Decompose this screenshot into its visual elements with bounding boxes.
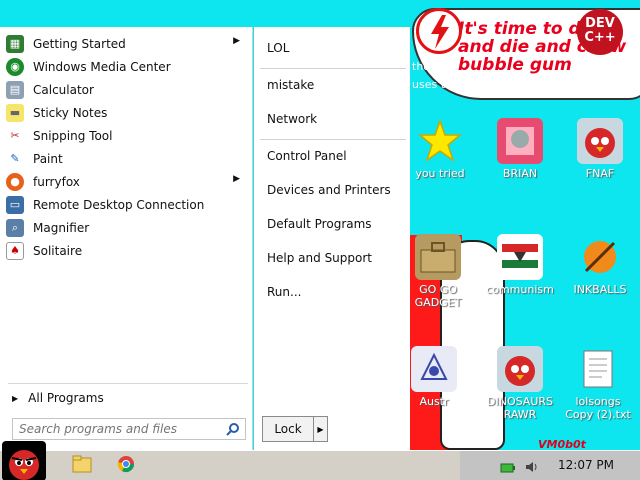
desktop-icon-go-go-gadget[interactable]: GO GO GADGET: [402, 234, 474, 309]
search-input[interactable]: [19, 422, 219, 436]
places-panel: LOL mistake Network Control Panel Device…: [254, 27, 410, 450]
angry-bird-icon: [577, 118, 623, 164]
program-item-furryfox[interactable]: ● furryfox ▶: [6, 170, 246, 193]
program-item-remote-desktop[interactable]: ▭ Remote Desktop Connection: [6, 193, 246, 216]
desktop-icon-you-tried[interactable]: you tried: [404, 118, 476, 180]
system-tray: 12:07 PM: [460, 451, 640, 480]
separator: [260, 139, 406, 140]
all-programs-button[interactable]: ▶ All Programs: [8, 387, 248, 409]
firefox-icon: ●: [6, 172, 24, 191]
chrome-icon: [117, 455, 135, 477]
angry-bird-icon: [497, 346, 543, 392]
desktop-icon-brian[interactable]: BRIAN: [484, 118, 556, 180]
desktop-icon-lolsongs[interactable]: lolsongs Copy (2).txt: [562, 346, 634, 421]
calculator-icon: ▤: [6, 80, 24, 99]
program-item-getting-started[interactable]: ▦ Getting Started ▶: [6, 32, 246, 55]
watermark-text: VM0b0t: [538, 438, 586, 450]
search-box[interactable]: [12, 418, 246, 440]
place-item-devices-printers[interactable]: Devices and Printers: [267, 179, 405, 201]
submenu-arrow-icon: ▶: [233, 174, 240, 184]
snipping-tool-icon: ✂: [10, 129, 20, 142]
program-item-snipping-tool[interactable]: ✂ Snipping Tool: [6, 124, 246, 147]
flag-icon: [497, 234, 543, 280]
media-center-icon: ◉: [6, 57, 24, 76]
place-item-control-panel[interactable]: Control Panel: [267, 145, 405, 167]
desktop-icon-label: GO GO GADGET: [414, 283, 462, 309]
program-label: Magnifier: [33, 220, 90, 235]
text-file-icon: [575, 346, 621, 392]
place-item-lol[interactable]: LOL: [267, 37, 405, 59]
austr-icon: [411, 346, 457, 392]
volume-icon[interactable]: [524, 459, 540, 478]
place-item-default-programs[interactable]: Default Programs: [267, 213, 405, 235]
magnifier-icon: ⌕: [6, 218, 24, 237]
program-item-paint[interactable]: ✎ Paint: [6, 147, 246, 170]
getting-started-icon: ▦: [6, 34, 24, 53]
separator: [260, 68, 406, 69]
paint-icon: ✎: [10, 152, 20, 165]
desktop-icon-label: DINOSAURS RAWR: [487, 395, 553, 421]
partial-text-2: uses th: [412, 78, 452, 91]
explorer-taskbar-button[interactable]: [62, 453, 102, 479]
star-icon: [417, 118, 463, 164]
search-icon[interactable]: [226, 421, 240, 440]
explorer-icon: [72, 455, 92, 477]
program-item-magnifier[interactable]: ⌕ Magnifier: [6, 216, 246, 239]
program-label: Sticky Notes: [33, 105, 108, 120]
partial-text-1: tho: [412, 60, 431, 73]
desktop-icon-label: lolsongs Copy (2).txt: [565, 395, 631, 421]
right-triangle-icon: ▶: [12, 393, 19, 403]
start-menu: ▦ Getting Started ▶ ◉ Windows Media Cent…: [0, 27, 410, 450]
program-item-windows-media-center[interactable]: ◉ Windows Media Center: [6, 55, 246, 78]
program-item-solitaire[interactable]: ♠ Solitaire: [6, 239, 246, 262]
start-button[interactable]: [2, 441, 46, 480]
program-item-sticky-notes[interactable]: ▬ Sticky Notes: [6, 101, 246, 124]
desktop-icon-dinosaurs[interactable]: DINOSAURS RAWR: [484, 346, 556, 421]
lightning-icon[interactable]: [416, 8, 462, 54]
program-label: furryfox: [33, 174, 80, 189]
lock-options-arrow-icon[interactable]: ▶: [314, 416, 328, 442]
submenu-arrow-icon: ▶: [233, 36, 240, 46]
toolbox-icon: [415, 234, 461, 280]
brian-icon: [497, 118, 543, 164]
all-programs-label: All Programs: [28, 391, 104, 405]
program-label: Snipping Tool: [33, 128, 113, 143]
sticky-notes-icon: ▬: [6, 103, 24, 122]
desktop-icon-label: communism: [486, 283, 554, 296]
program-label: Getting Started: [33, 36, 126, 51]
devcpp-icon[interactable]: DEV C++: [577, 9, 623, 55]
program-label: Remote Desktop Connection: [33, 197, 205, 212]
taskbar: 12:07 PM: [0, 441, 640, 480]
program-item-calculator[interactable]: ▤ Calculator: [6, 78, 246, 101]
place-item-network[interactable]: Network: [267, 108, 405, 130]
programs-panel: ▦ Getting Started ▶ ◉ Windows Media Cent…: [0, 27, 253, 450]
desktop-icon-label: you tried: [415, 167, 465, 180]
separator: [8, 383, 248, 384]
battery-icon[interactable]: [500, 459, 516, 478]
clock[interactable]: 12:07 PM: [558, 458, 614, 472]
desktop-icon-inkballs[interactable]: INKBALLS: [564, 234, 636, 296]
place-item-help-support[interactable]: Help and Support: [267, 247, 405, 269]
remote-desktop-icon: ▭: [6, 195, 24, 214]
desktop-icon-label: FNAF: [585, 167, 615, 180]
desktop-icon-label: INKBALLS: [573, 283, 627, 296]
desktop-icon-fnaf[interactable]: FNAF: [564, 118, 636, 180]
place-item-mistake[interactable]: mistake: [267, 74, 405, 96]
chrome-taskbar-button[interactable]: [106, 453, 146, 479]
program-label: Windows Media Center: [33, 59, 171, 74]
lock-button[interactable]: Lock: [262, 416, 314, 442]
desktop-icon-label: BRIAN: [502, 167, 538, 180]
inkball-icon: [577, 234, 623, 280]
solitaire-icon: ♠: [6, 241, 24, 260]
program-label: Solitaire: [33, 243, 83, 258]
desktop-icon-communism[interactable]: communism: [484, 234, 556, 296]
program-label: Calculator: [33, 82, 94, 97]
place-item-run[interactable]: Run...: [267, 281, 405, 303]
program-label: Paint: [33, 151, 63, 166]
